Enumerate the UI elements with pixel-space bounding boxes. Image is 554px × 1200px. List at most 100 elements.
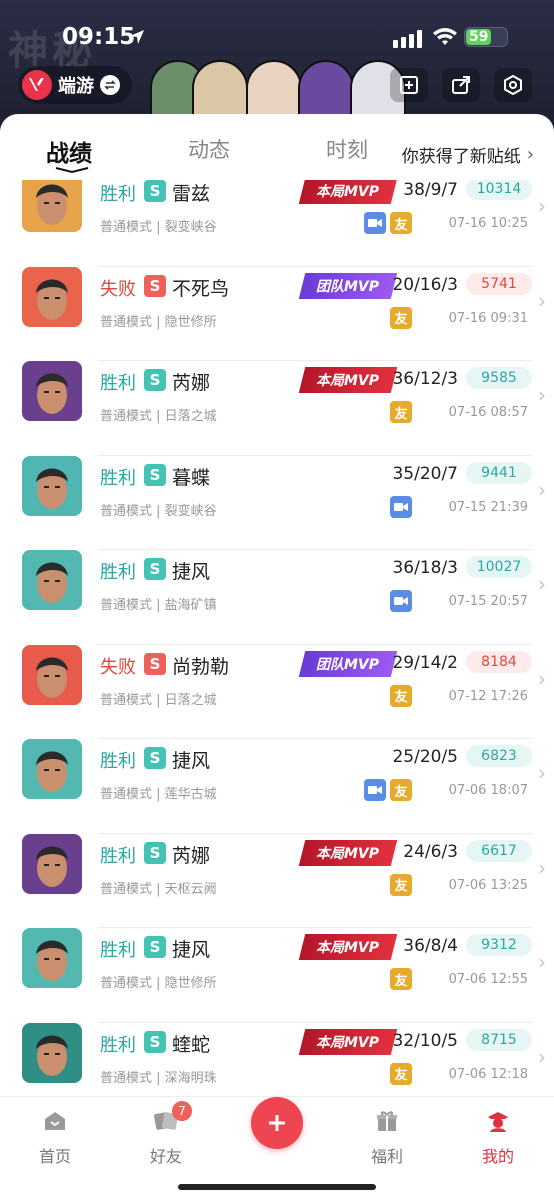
- tab-feed[interactable]: 动态: [188, 134, 230, 164]
- mvp-label: 本局MVP: [316, 184, 380, 200]
- video-badge: [390, 495, 412, 518]
- chevron-right-icon: ›: [538, 855, 546, 880]
- settings-button[interactable]: [494, 68, 532, 102]
- match-record-row[interactable]: 胜利 S 蝰蛇 普通模式 | 深海明珠 本局MVP 32/10/5 8715 友 07-06 1…: [0, 1022, 554, 1101]
- kda: 32/10/5: [392, 1030, 458, 1051]
- friend-badge: 友: [390, 968, 412, 990]
- hero-name: 芮娜: [172, 372, 211, 394]
- rank-badge: S: [144, 180, 166, 202]
- match-result: 胜利: [100, 373, 136, 394]
- match-datetime: 07-16 08:57: [448, 405, 528, 420]
- score-pill: 6617: [466, 839, 532, 862]
- tab-moments[interactable]: 时刻: [326, 134, 368, 164]
- match-result: 胜利: [100, 184, 136, 205]
- mvp-label: 本局MVP: [316, 1034, 380, 1051]
- match-mode: 普通模式 | 莲华古城: [100, 787, 217, 802]
- app-logo-icon: [22, 70, 52, 100]
- mvp-badge: 本局MVP: [298, 934, 398, 960]
- match-mode: 普通模式 | 盐海矿镇: [100, 598, 217, 613]
- tab-active-indicator: [55, 167, 89, 174]
- nav-home-label: 首页: [38, 1147, 71, 1166]
- match-record-row[interactable]: 胜利 S 雷兹 普通模式 | 裂变峡谷 本局MVP 38/9/7 10314 友 07-16 1…: [0, 180, 554, 267]
- rank-badge: S: [144, 1030, 166, 1053]
- score-pill: 8184: [466, 650, 532, 673]
- nav-friends[interactable]: 7 好友: [126, 1101, 206, 1167]
- chevron-right-icon: ›: [538, 950, 546, 974]
- battery-indicator: 59: [464, 27, 508, 47]
- share-icon: [452, 76, 470, 94]
- cellular-signal-icon: [393, 30, 422, 48]
- add-button[interactable]: [251, 1097, 303, 1149]
- sticker-notice[interactable]: 你获得了新贴纸 ›: [391, 142, 534, 167]
- match-result: 胜利: [100, 940, 136, 961]
- wifi-icon: [433, 28, 457, 45]
- match-mode: 普通模式 | 天枢云阙: [100, 881, 217, 897]
- kda: 38/9/7: [403, 180, 458, 200]
- mvp-badge: 本局MVP: [298, 1028, 398, 1055]
- match-datetime: 07-06 12:55: [448, 972, 528, 987]
- share-button[interactable]: [442, 68, 480, 102]
- hero-avatar: [22, 266, 82, 327]
- chevron-right-icon: ›: [538, 761, 546, 785]
- match-datetime: 07-16 09:31: [448, 310, 528, 326]
- nav-welfare[interactable]: 福利: [347, 1109, 427, 1167]
- match-mode: 普通模式 | 隐世修所: [100, 314, 217, 330]
- nav-welfare-label: 福利: [370, 1147, 403, 1166]
- match-record-row[interactable]: 失败 S 不死鸟 普通模式 | 隐世修所 团队MVP 20/16/3 5741 友 07-16 …: [0, 266, 554, 361]
- match-record-row[interactable]: 胜利 S 芮娜 普通模式 | 天枢云阙 本局MVP 24/6/3 6617 友 07-06 13…: [0, 833, 554, 928]
- chevron-right-icon: ›: [538, 288, 546, 313]
- match-result: 胜利: [100, 1034, 136, 1056]
- gift-icon: [377, 1111, 397, 1131]
- rank-badge: S: [144, 652, 166, 675]
- mvp-badge: 本局MVP: [298, 839, 398, 866]
- mvp-label: 团队MVP: [316, 278, 380, 295]
- top-action-icons: [390, 68, 532, 102]
- location-arrow-icon: [130, 30, 144, 44]
- match-datetime: 07-12 17:26: [448, 688, 528, 704]
- score-pill: 6823: [466, 745, 532, 767]
- sticker-button[interactable]: [390, 68, 428, 102]
- mvp-label: 本局MVP: [316, 940, 380, 956]
- video-badge: [390, 590, 412, 612]
- friends-badge: 7: [172, 1101, 192, 1121]
- tab-records[interactable]: 战绩: [46, 134, 92, 168]
- match-record-row[interactable]: 胜利 S 芮娜 普通模式 | 日落之城 本局MVP 36/12/3 9585 友 07-16 0…: [0, 361, 554, 456]
- friend-badge: 友: [390, 212, 412, 234]
- match-record-row[interactable]: 胜利 S 捷风 普通模式 | 隐世修所 本局MVP 36/8/4 9312 友 07-06 12…: [0, 928, 554, 1023]
- match-record-row[interactable]: 胜利 S 捷风 普通模式 | 莲华古城 25/20/5 6823 友 07-06 18:07 ›: [0, 739, 554, 834]
- chevron-right-icon: ›: [538, 194, 546, 218]
- mvp-badge: 本局MVP: [298, 367, 398, 393]
- sticker-notice-text: 你获得了新贴纸: [401, 147, 521, 167]
- match-datetime: 07-15 21:39: [448, 499, 528, 515]
- hero-name: 暮蝶: [172, 466, 211, 489]
- app-switch-button[interactable]: 端游: [18, 66, 132, 104]
- rank-badge: S: [144, 463, 166, 486]
- mvp-badge: 团队MVP: [298, 272, 398, 299]
- hero-avatar: [22, 833, 82, 894]
- mvp-label: 本局MVP: [316, 373, 380, 389]
- friend-badge: 友: [390, 873, 412, 896]
- nav-home[interactable]: 首页: [15, 1109, 95, 1167]
- hero-avatar: [22, 928, 82, 988]
- match-mode: 普通模式 | 裂变峡谷: [100, 220, 217, 235]
- match-record-row[interactable]: 失败 S 尚勃勒 普通模式 | 日落之城 团队MVP 29/14/2 8184 友 07-12 …: [0, 644, 554, 739]
- match-record-row[interactable]: 胜利 S 暮蝶 普通模式 | 裂变峡谷 35/20/7 9441 07-15 21:39 ›: [0, 455, 554, 550]
- hero-avatar: [22, 455, 82, 516]
- nav-friends-label: 好友: [149, 1147, 182, 1166]
- match-record-row[interactable]: 胜利 S 捷风 普通模式 | 盐海矿镇 36/18/3 10027 07-15 20:57 ›: [0, 550, 554, 645]
- nav-mine[interactable]: 我的: [458, 1109, 538, 1167]
- match-datetime: 07-16 10:25: [448, 216, 528, 231]
- tab-bar: 战绩 动态 时刻 你获得了新贴纸 ›: [0, 114, 554, 180]
- chevron-right-icon: ›: [538, 572, 546, 596]
- score-pill: 9312: [466, 934, 532, 956]
- score-pill: 10027: [466, 556, 532, 578]
- kda: 35/20/7: [392, 463, 458, 484]
- video-icon: [368, 219, 382, 227]
- kda: 36/12/3: [392, 369, 458, 389]
- match-datetime: 07-06 12:18: [448, 1066, 528, 1082]
- rank-badge: S: [144, 747, 166, 769]
- match-record-list[interactable]: 胜利 S 雷兹 普通模式 | 裂变峡谷 本局MVP 38/9/7 10314 友 07-16 1…: [0, 180, 554, 1100]
- match-datetime: 07-06 18:07: [448, 783, 528, 798]
- kda: 25/20/5: [392, 747, 458, 767]
- video-icon: [394, 597, 408, 605]
